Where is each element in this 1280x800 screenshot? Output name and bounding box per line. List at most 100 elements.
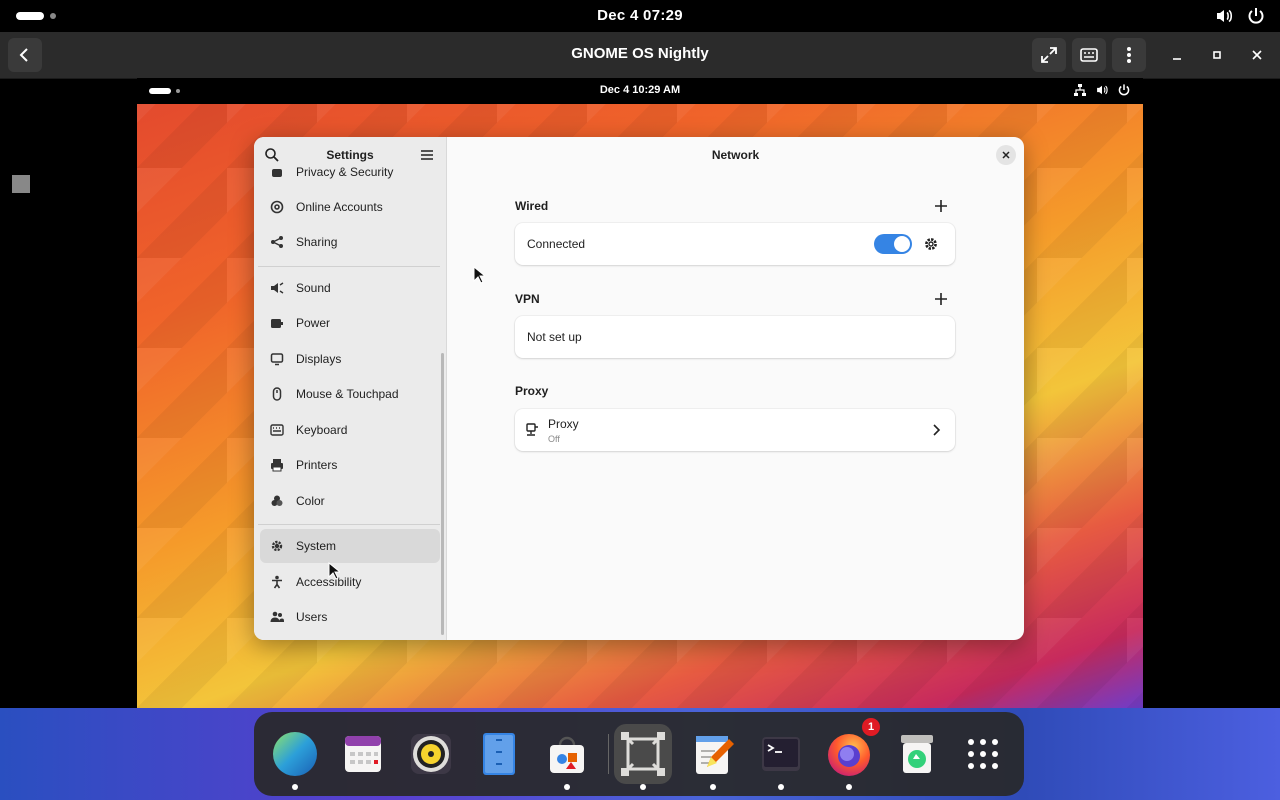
vm-display[interactable]: Dec 4 10:29 AM Settings Privacy & Securi… — [137, 78, 1143, 708]
gear-icon — [270, 539, 284, 553]
dock-app-software[interactable] — [538, 724, 596, 790]
dock: 1 — [254, 712, 1024, 796]
vm-system-status-area[interactable] — [1073, 83, 1131, 97]
sidebar-item-keyboard[interactable]: Keyboard — [260, 413, 440, 447]
power-icon[interactable] — [1246, 6, 1266, 26]
sidebar-title: Settings — [326, 148, 374, 162]
sidebar-list: Privacy & Security Online Accounts Shari… — [254, 163, 446, 640]
trash-icon — [901, 735, 933, 773]
dock-app-trash[interactable] — [888, 724, 946, 784]
maximize-button[interactable] — [1206, 44, 1228, 66]
close-icon — [1002, 151, 1010, 159]
boxes-header-bar: GNOME OS Nightly — [0, 32, 1280, 79]
vm-top-bar: Dec 4 10:29 AM — [137, 78, 1143, 104]
add-wired-icon[interactable] — [933, 198, 949, 214]
dock-app-terminal[interactable] — [752, 724, 810, 790]
app-grid-icon — [968, 739, 998, 769]
dock-app-calendar[interactable] — [334, 724, 392, 784]
sidebar-item-system[interactable]: System — [260, 529, 440, 563]
terminal-icon — [762, 737, 800, 771]
network-panel: Network Wired Connected VPN Not set up P… — [447, 137, 1024, 640]
running-indicator — [564, 784, 570, 790]
wired-status-label: Connected — [527, 237, 586, 251]
dock-app-music[interactable] — [402, 724, 460, 784]
sidebar-item-label: Power — [296, 316, 331, 330]
close-icon — [1252, 50, 1262, 60]
settings-sidebar: Settings Privacy & Security Online Accou… — [254, 137, 447, 640]
sidebar-item-label: Displays — [296, 352, 342, 366]
volume-icon[interactable] — [1214, 6, 1234, 26]
dock-separator — [608, 734, 609, 774]
chevron-right-icon — [933, 424, 941, 436]
dock-app-files[interactable] — [470, 724, 528, 784]
wired-toggle[interactable] — [874, 234, 912, 254]
sidebar-item-label: Sound — [296, 281, 331, 295]
hand-icon — [270, 165, 284, 179]
calendar-icon — [345, 736, 381, 772]
accessibility-icon — [270, 575, 284, 589]
add-vpn-icon[interactable] — [933, 291, 949, 307]
dock-app-firefox[interactable]: 1 — [820, 718, 880, 790]
dock-app-boxes[interactable] — [614, 724, 672, 790]
wired-connection-row: Connected — [515, 223, 955, 265]
close-window-button[interactable] — [1246, 44, 1268, 66]
mouse-icon — [270, 387, 284, 401]
sidebar-item-privacy[interactable]: Privacy & Security — [260, 163, 440, 189]
sidebar-item-sound[interactable]: Sound — [260, 271, 440, 305]
system-status-area[interactable] — [1214, 6, 1266, 26]
sidebar-scrollbar[interactable] — [441, 353, 444, 635]
sidebar-item-mouse-touchpad[interactable]: Mouse & Touchpad — [260, 377, 440, 411]
sidebar-item-label: Online Accounts — [296, 200, 383, 214]
clock[interactable]: Dec 4 07:29 — [0, 7, 1280, 24]
color-icon — [270, 494, 284, 508]
running-indicator — [778, 784, 784, 790]
vm-clock[interactable]: Dec 4 10:29 AM — [137, 84, 1143, 96]
minimize-button[interactable] — [1166, 44, 1188, 66]
proxy-icon — [526, 423, 538, 436]
dock-app-text-editor[interactable] — [684, 724, 742, 790]
sidebar-item-power[interactable]: Power — [260, 306, 440, 340]
proxy-label: Proxy — [548, 417, 579, 431]
sidebar-item-sharing[interactable]: Sharing — [260, 225, 440, 259]
notification-badge: 1 — [862, 718, 880, 736]
close-button[interactable] — [996, 145, 1016, 165]
wired-section-title: Wired — [515, 199, 549, 213]
page-title: Network — [711, 148, 760, 162]
sidebar-item-label: Users — [296, 610, 328, 624]
keyboard-button[interactable] — [1072, 38, 1106, 72]
proxy-row[interactable]: Proxy Off — [515, 409, 955, 451]
dock-show-apps-button[interactable] — [954, 724, 1012, 784]
proxy-section-title: Proxy — [515, 384, 549, 398]
speaker-disc-icon — [411, 734, 451, 774]
speaker-icon — [270, 281, 284, 295]
sidebar-item-color[interactable]: Color — [260, 484, 440, 518]
sidebar-item-label: Keyboard — [296, 423, 348, 437]
sidebar-item-label: Printers — [296, 458, 338, 472]
fullscreen-button[interactable] — [1032, 38, 1066, 72]
settings-window: Settings Privacy & Security Online Accou… — [254, 137, 1024, 640]
menu-button[interactable] — [1112, 38, 1146, 72]
keyboard-icon — [1080, 48, 1098, 62]
vpn-row: Not set up — [515, 316, 955, 358]
file-cabinet-icon — [483, 733, 515, 775]
dock-app-web-browser[interactable] — [266, 724, 324, 790]
wired-settings-gear-icon[interactable] — [923, 236, 939, 252]
running-indicator — [846, 784, 852, 790]
users-icon — [270, 610, 284, 624]
sidebar-item-displays[interactable]: Displays — [260, 342, 440, 376]
running-indicator — [640, 784, 646, 790]
thumbnail-square — [12, 175, 30, 193]
sidebar-item-accessibility[interactable]: Accessibility — [260, 565, 440, 599]
sidebar-item-printers[interactable]: Printers — [260, 448, 440, 482]
notepad-pencil-icon — [696, 736, 734, 774]
keyboard-icon — [270, 423, 284, 437]
volume-icon — [1095, 83, 1109, 97]
sidebar-item-online-accounts[interactable]: Online Accounts — [260, 190, 440, 224]
mouse-pointer-icon — [473, 266, 485, 284]
firefox-icon — [828, 734, 870, 776]
vpn-status-label: Not set up — [527, 330, 582, 344]
proxy-status: Off — [548, 434, 560, 444]
menu-icon — [1127, 47, 1131, 63]
sidebar-item-label: Privacy & Security — [296, 165, 394, 179]
sidebar-item-users[interactable]: Users — [260, 600, 440, 634]
